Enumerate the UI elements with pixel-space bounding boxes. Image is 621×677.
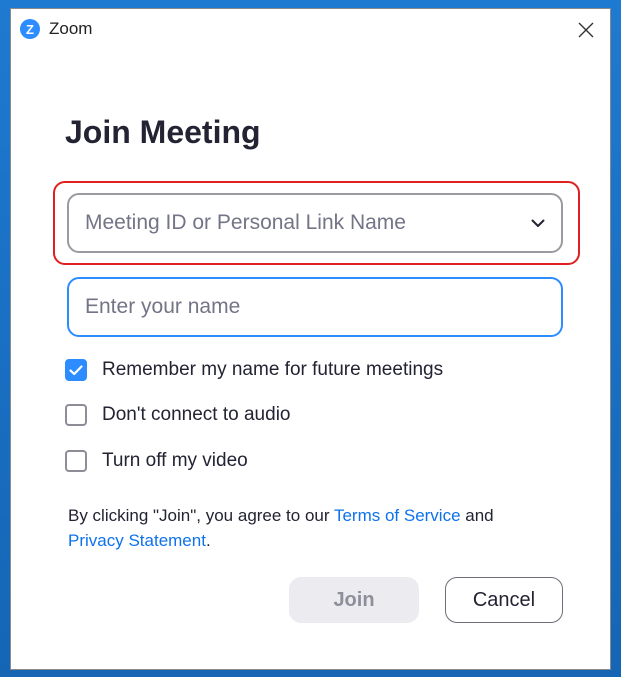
page-title: Join Meeting	[65, 114, 261, 150]
no-audio-label: Don't connect to audio	[102, 404, 291, 425]
video-off-checkbox[interactable]	[65, 450, 87, 472]
terms-notice: By clicking "Join", you agree to our Ter…	[68, 503, 548, 553]
name-field[interactable]	[67, 277, 563, 337]
join-button[interactable]: Join	[289, 577, 419, 623]
chevron-down-icon	[531, 219, 545, 227]
zoom-logo-icon: Z	[20, 19, 40, 39]
zoom-logo-letter: Z	[26, 21, 34, 37]
video-off-label: Turn off my video	[102, 450, 248, 471]
zoom-join-window: Z Zoom Join Meeting Remember my name for…	[10, 8, 611, 670]
meeting-id-input[interactable]	[69, 195, 561, 251]
terms-suffix: .	[205, 531, 211, 550]
meeting-id-combobox[interactable]	[67, 193, 563, 253]
no-audio-checkbox[interactable]	[65, 404, 87, 426]
app-title: Zoom	[49, 19, 93, 38]
meeting-id-dropdown-button[interactable]	[527, 212, 549, 234]
video-off-option[interactable]: Turn off my video	[65, 448, 248, 474]
terms-prefix: By clicking "Join", you agree to our	[68, 506, 334, 525]
checkmark-icon	[69, 364, 83, 375]
name-input[interactable]	[69, 279, 561, 335]
privacy-statement-link[interactable]: Privacy Statement	[68, 531, 206, 550]
close-icon	[578, 22, 594, 38]
remember-name-label: Remember my name for future meetings	[102, 359, 444, 380]
terms-of-service-link[interactable]: Terms of Service	[334, 506, 461, 525]
remember-name-option[interactable]: Remember my name for future meetings	[65, 357, 443, 383]
remember-name-checkbox[interactable]	[65, 359, 87, 381]
no-audio-option[interactable]: Don't connect to audio	[65, 402, 290, 428]
cancel-button[interactable]: Cancel	[445, 577, 563, 623]
title-bar: Z Zoom	[11, 9, 610, 49]
close-button[interactable]	[573, 17, 599, 43]
terms-middle: and	[460, 506, 494, 525]
